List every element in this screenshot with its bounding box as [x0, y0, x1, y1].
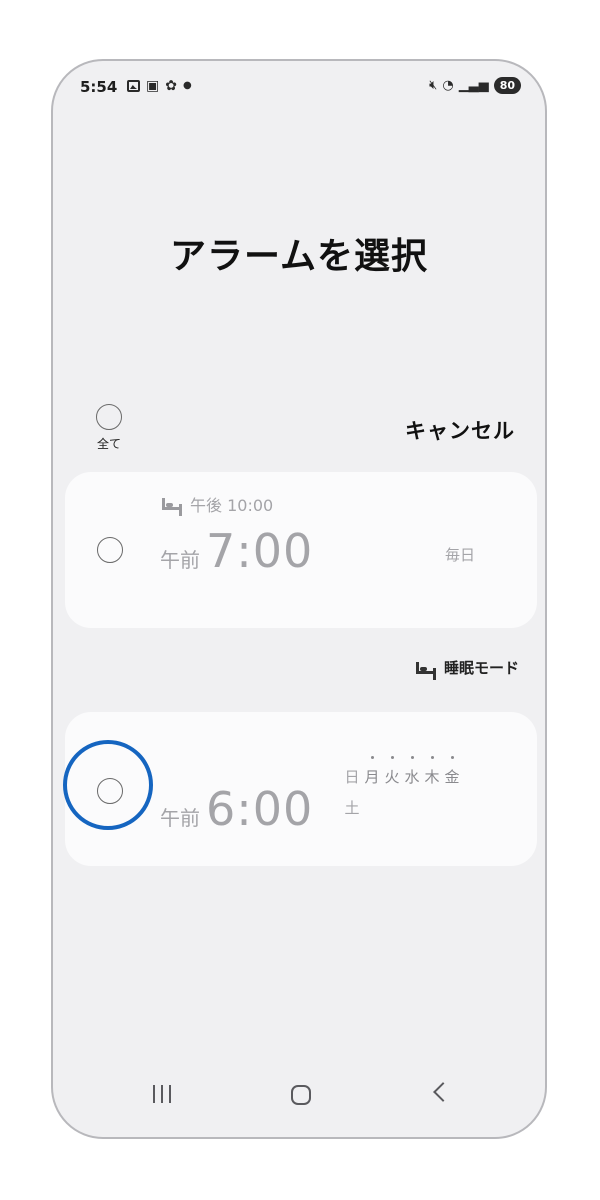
dot-icon: ●	[182, 80, 192, 91]
sleep-mode-label: 睡眠モード	[415, 657, 519, 678]
alarm-time-value: 6:00	[206, 782, 314, 836]
alarm-select-radio[interactable]	[97, 537, 123, 563]
bed-icon	[415, 661, 436, 674]
bed-icon	[162, 498, 182, 510]
day-3: 水	[403, 756, 421, 787]
tap-highlight-ring	[63, 740, 153, 830]
home-icon[interactable]	[291, 1085, 311, 1105]
status-bar: 5:54 ▣ ✿ ● 🔇︎ ◔ ▁▃▅ 80	[53, 61, 545, 113]
bedtime-label: 午後 10:00	[190, 496, 274, 515]
alarm-card-7am[interactable]: 午後 10:00 午前 7:00 毎日	[65, 472, 537, 628]
wifi-icon: ◔	[442, 77, 454, 93]
navigation-bar	[53, 1057, 545, 1137]
alarm-time: 午前 6:00	[160, 782, 313, 836]
alarm-days: 日月火水木金 土	[343, 756, 483, 818]
alarm-ampm: 午前	[160, 548, 200, 572]
sleep-mode-text: 睡眠モード	[443, 659, 519, 677]
phone-frame: 5:54 ▣ ✿ ● 🔇︎ ◔ ▁▃▅ 80 アラームを選択 全て キャンセル …	[51, 59, 547, 1139]
status-time: 5:54	[80, 78, 118, 96]
bedtime-row: 午後 10:00	[162, 492, 273, 516]
status-right-icons: 🔇︎ ◔ ▁▃▅ 80	[429, 77, 521, 94]
day-1: 月	[363, 756, 381, 787]
day-row: 日月火水木金	[343, 756, 483, 787]
alarm-time: 午前 7:00	[160, 524, 313, 578]
day-4: 木	[423, 756, 441, 787]
day-0: 日	[344, 768, 360, 786]
device-icon: ▣	[146, 78, 160, 94]
gear-icon: ✿	[165, 78, 177, 94]
select-all-label: 全て	[96, 437, 121, 451]
select-all-toggle[interactable]: 全て	[91, 404, 127, 452]
alarm-ampm: 午前	[160, 806, 200, 830]
mute-icon: 🔇︎	[429, 77, 438, 93]
day-2: 火	[383, 756, 401, 787]
alarm-time-value: 7:00	[206, 524, 314, 578]
day-5: 金	[443, 756, 461, 787]
select-all-radio[interactable]	[96, 404, 122, 430]
battery-indicator: 80	[493, 77, 521, 94]
day-saturday: 土	[344, 799, 360, 817]
alarm-repeat-label: 毎日	[444, 546, 475, 564]
status-left-icons: ▣ ✿ ●	[127, 78, 192, 94]
back-icon[interactable]	[433, 1082, 453, 1102]
recent-apps-icon[interactable]	[153, 1085, 171, 1103]
signal-icon: ▁▃▅	[458, 77, 489, 93]
page-title: アラームを選択	[170, 236, 428, 277]
photo-icon	[127, 80, 140, 92]
cancel-button[interactable]: キャンセル	[405, 415, 515, 445]
